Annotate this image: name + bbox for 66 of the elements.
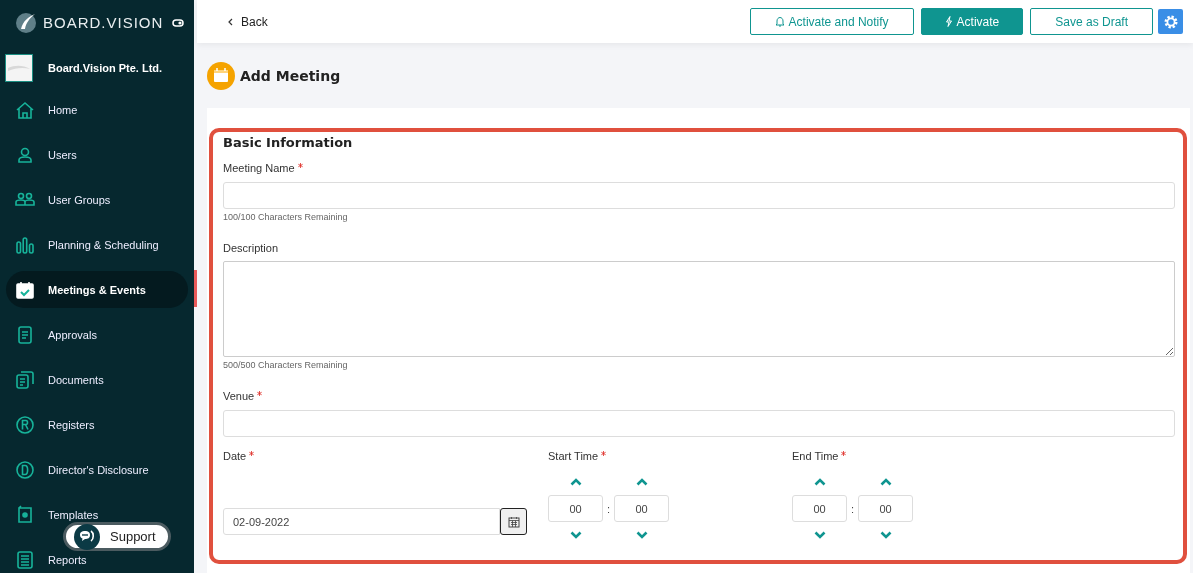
minutes-field[interactable]: 00 [614, 495, 670, 522]
nav-item[interactable]: User Groups [6, 181, 188, 218]
field-label: Venue [223, 390, 255, 402]
action-button[interactable]: Save as Draft [1030, 8, 1153, 35]
brand-name: BOARD.VISION [43, 14, 165, 31]
calendar-check-icon [15, 279, 35, 300]
nav-item[interactable]: Users [6, 136, 188, 173]
letter-d-icon [15, 459, 35, 480]
date-field[interactable]: 02-09-2022 [223, 508, 500, 535]
nav-item[interactable]: Approvals [6, 316, 188, 353]
field-label: Meeting Name [223, 162, 295, 174]
nav-item[interactable]: Director's Disclosure [6, 451, 188, 488]
chevron-left-icon [227, 17, 233, 26]
scroll-indicator [194, 270, 197, 307]
bar-chart-icon [15, 234, 35, 255]
chevron-down-icon[interactable] [813, 531, 826, 539]
chevron-up-icon[interactable] [879, 478, 892, 486]
field-label: Start Time [548, 450, 599, 462]
time-separator: : [607, 502, 611, 515]
home-icon [15, 99, 35, 120]
chevron-down-icon[interactable] [569, 531, 582, 539]
description-field[interactable] [223, 261, 1175, 357]
chevron-up-icon[interactable] [635, 478, 648, 486]
nav-item[interactable]: Home [6, 91, 188, 128]
character-count: 500/500 Characters Remaining [223, 360, 349, 370]
section-title: Basic Information [223, 135, 354, 150]
nav-item[interactable]: Documents [6, 361, 188, 398]
bell-icon [774, 16, 785, 27]
company-name: Board.Vision Pte. Ltd. [48, 62, 163, 74]
documents-icon [15, 369, 35, 390]
action-button[interactable]: Activate and Notify [749, 8, 914, 35]
field-label: Date [223, 450, 247, 462]
settings-icon [1162, 13, 1179, 30]
venue-field[interactable] [223, 410, 1175, 437]
logo-icon [14, 10, 38, 35]
chevron-down-icon[interactable] [635, 531, 648, 539]
calendar-button[interactable] [500, 508, 527, 535]
support-tooltip[interactable]: Support [63, 522, 171, 551]
calendar-icon [507, 515, 520, 528]
list-icon [15, 549, 35, 570]
nav-item[interactable]: Registers [6, 406, 188, 443]
company-logo-icon [5, 54, 33, 82]
chevron-up-icon[interactable] [569, 478, 582, 486]
nav-item[interactable]: Planning & Scheduling [6, 226, 188, 263]
registered-icon [15, 414, 35, 435]
character-count: 100/100 Characters Remaining [223, 212, 349, 222]
field-label: Description [223, 242, 279, 254]
hours-field[interactable]: 00 [792, 495, 847, 522]
meeting-name-field[interactable] [223, 182, 1175, 209]
back-link[interactable]: Back [227, 14, 268, 29]
chevron-up-icon[interactable] [813, 478, 826, 486]
chat-icon [74, 523, 100, 550]
lightning-icon [944, 16, 953, 27]
template-icon [15, 504, 35, 525]
minutes-field[interactable]: 00 [858, 495, 914, 522]
nav-item[interactable]: Meetings & Events [6, 271, 188, 308]
hours-field[interactable]: 00 [548, 495, 603, 522]
document-icon [15, 324, 35, 345]
field-label: End Time [792, 450, 839, 462]
settings-button[interactable] [1158, 9, 1183, 34]
chevron-down-icon[interactable] [879, 531, 892, 539]
toggle-icon[interactable] [172, 18, 184, 27]
action-button[interactable]: Activate [920, 8, 1024, 35]
page-title: Add Meeting [240, 68, 341, 84]
time-separator: : [851, 502, 855, 515]
calendar-icon [207, 62, 235, 90]
